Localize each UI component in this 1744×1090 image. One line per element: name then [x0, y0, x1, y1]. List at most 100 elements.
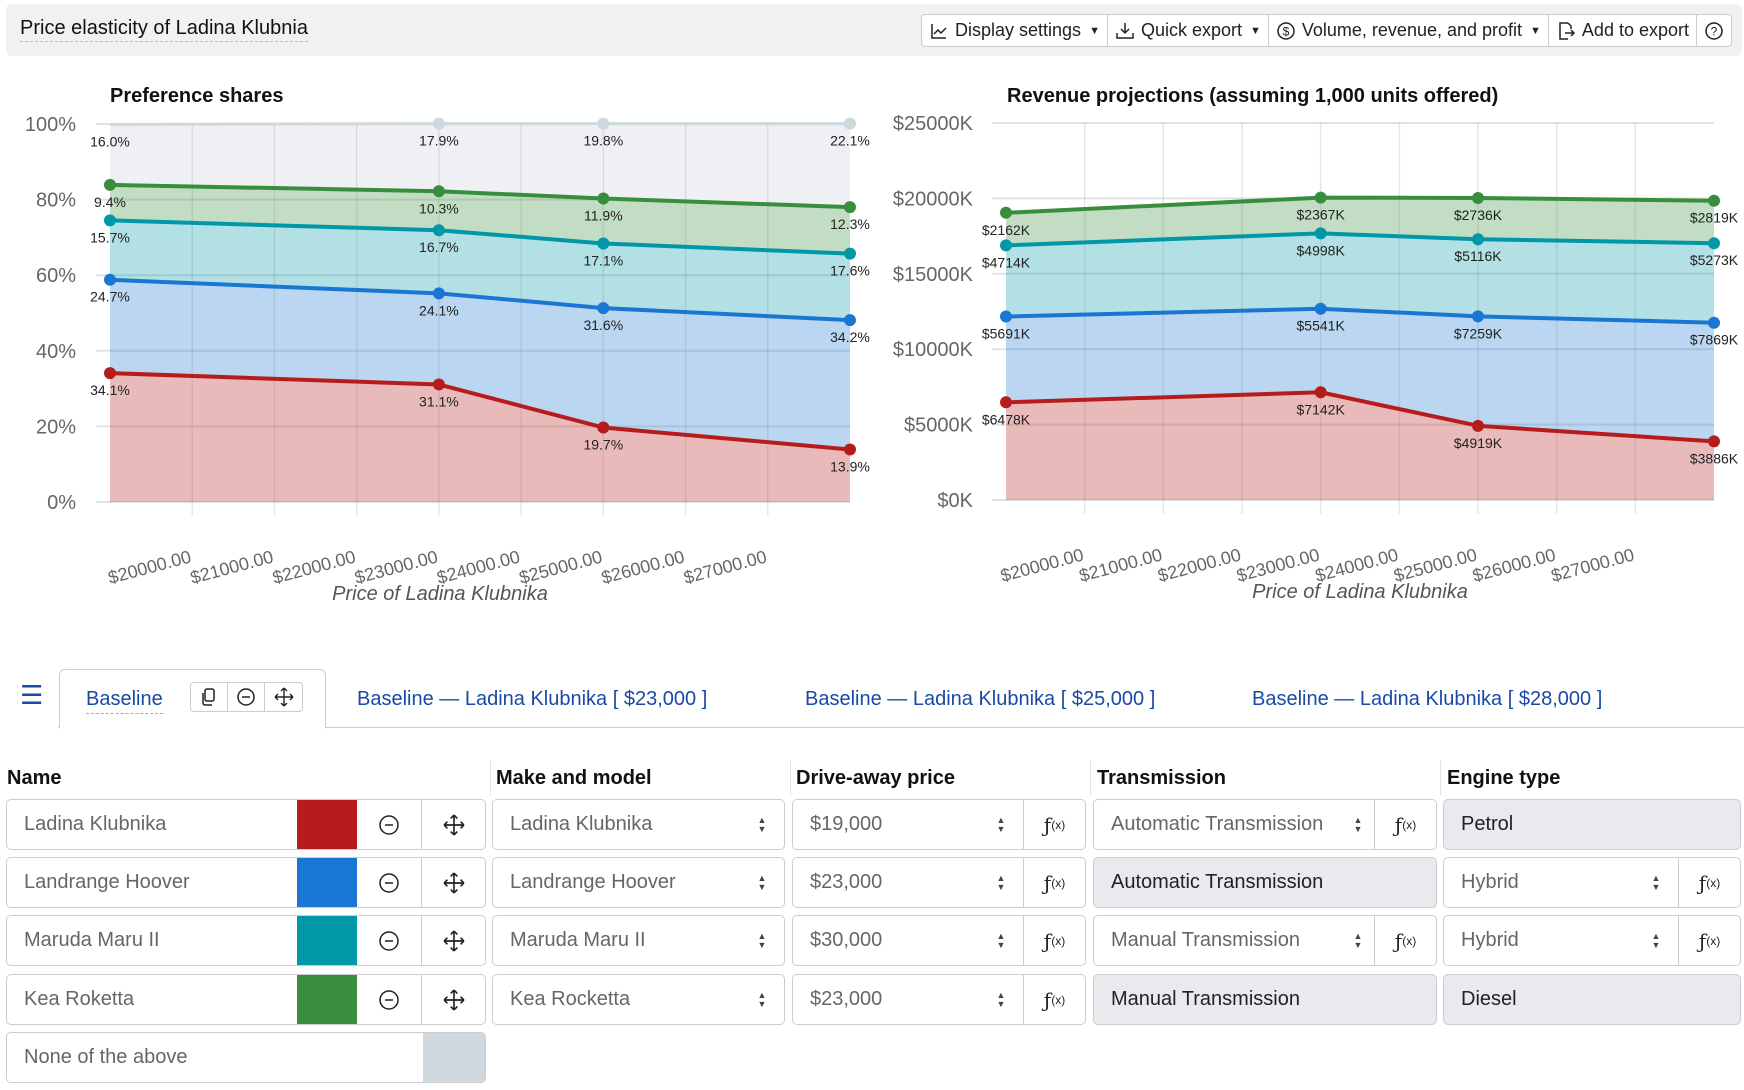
sort-arrows-icon[interactable]: ▲ ▼	[979, 800, 1023, 849]
color-swatch[interactable]	[297, 858, 357, 907]
remove-row-button[interactable]	[357, 975, 421, 1024]
price-value[interactable]: $30,000	[793, 916, 979, 965]
remove-row-button[interactable]	[357, 916, 421, 965]
duplicate-tab-button[interactable]	[191, 683, 228, 711]
make-model-select[interactable]: Maruda Maru II ▲ ▼	[492, 915, 785, 966]
price-select[interactable]: $23,000 ▲ ▼ ƒ (x)	[792, 857, 1086, 908]
name-field[interactable]: Maruda Maru II	[6, 915, 486, 966]
name-field[interactable]: Landrange Hoover	[6, 857, 486, 908]
color-swatch[interactable]	[297, 800, 357, 849]
display-settings-button[interactable]: Display settings ▼	[922, 15, 1108, 46]
data-point	[597, 421, 610, 434]
page-title[interactable]: Price elasticity of Ladina Klubnia	[20, 17, 308, 42]
name-field-value[interactable]: Kea Roketta	[7, 975, 297, 1024]
remove-row-button[interactable]	[357, 858, 421, 907]
move-row-handle[interactable]	[421, 800, 485, 849]
formula-button[interactable]: ƒ (x)	[1374, 916, 1436, 965]
data-point	[432, 185, 445, 198]
engine-type-value[interactable]: Hybrid	[1444, 858, 1634, 907]
y-tick-label: 20%	[36, 416, 76, 438]
move-row-handle[interactable]	[421, 858, 485, 907]
data-point	[104, 214, 116, 227]
none-of-the-above-label[interactable]: None of the above	[7, 1033, 423, 1082]
sort-arrows-icon[interactable]: ▲ ▼	[740, 975, 784, 1024]
move-row-handle[interactable]	[421, 975, 485, 1024]
column-divider	[1440, 760, 1441, 796]
engine-type-select[interactable]: Hybrid ▲ ▼ ƒ (x)	[1443, 857, 1741, 908]
x-tick-label: $20000.00	[106, 547, 193, 588]
make-model-value[interactable]: Maruda Maru II	[493, 916, 740, 965]
sort-arrows-icon[interactable]: ▲ ▼	[979, 975, 1023, 1024]
move-arrows-icon	[443, 930, 464, 951]
sort-arrows-icon[interactable]: ▲ ▼	[1342, 916, 1374, 965]
data-point	[1000, 396, 1012, 409]
x-tick-label: $20000.00	[998, 545, 1085, 586]
sort-arrows-icon[interactable]: ▲ ▼	[1634, 858, 1678, 907]
price-value[interactable]: $23,000	[793, 858, 979, 907]
engine-type-value[interactable]: Hybrid	[1444, 916, 1634, 965]
price-select[interactable]: $30,000 ▲ ▼ ƒ (x)	[792, 915, 1086, 966]
price-value[interactable]: $23,000	[793, 975, 979, 1024]
sort-arrows-icon[interactable]: ▲ ▼	[740, 858, 784, 907]
move-tab-handle[interactable]	[265, 683, 302, 711]
formula-button[interactable]: ƒ (x)	[1023, 800, 1085, 849]
formula-button[interactable]: ƒ (x)	[1023, 975, 1085, 1024]
price-value[interactable]: $19,000	[793, 800, 979, 849]
transmission-value[interactable]: Automatic Transmission	[1094, 800, 1342, 849]
move-arrows-icon	[443, 989, 464, 1010]
none-of-the-above-field[interactable]: None of the above	[6, 1032, 486, 1083]
make-model-value[interactable]: Kea Rocketta	[493, 975, 740, 1024]
transmission-select[interactable]: Automatic Transmission ▲ ▼ ƒ (x)	[1093, 799, 1437, 850]
formula-button[interactable]: ƒ (x)	[1023, 916, 1085, 965]
data-point	[1708, 316, 1720, 329]
sort-arrows-icon[interactable]: ▲ ▼	[979, 858, 1023, 907]
color-swatch[interactable]	[297, 975, 357, 1024]
data-point	[104, 178, 116, 191]
name-field[interactable]: Ladina Klubnika	[6, 799, 486, 850]
data-label: 10.3%	[419, 200, 459, 216]
sort-arrows-icon[interactable]: ▲ ▼	[979, 916, 1023, 965]
remove-tab-button[interactable]	[228, 683, 265, 711]
add-to-export-button[interactable]: Add to export	[1549, 15, 1697, 46]
quick-export-button[interactable]: Quick export ▼	[1108, 15, 1269, 46]
engine-type-select[interactable]: Hybrid ▲ ▼ ƒ (x)	[1443, 915, 1741, 966]
tab-ladina-25000[interactable]: Baseline — Ladina Klubnika [ $25,000 ]	[805, 688, 1155, 710]
revenue-projections-chart: Revenue projections (assuming 1,000 unit…	[893, 85, 1739, 603]
sort-arrows-icon[interactable]: ▲ ▼	[740, 916, 784, 965]
make-model-value[interactable]: Ladina Klubnika	[493, 800, 740, 849]
name-field-value[interactable]: Landrange Hoover	[7, 858, 297, 907]
name-field-value[interactable]: Maruda Maru II	[7, 916, 297, 965]
tab-ladina-23000[interactable]: Baseline — Ladina Klubnika [ $23,000 ]	[357, 688, 707, 710]
minus-circle-icon	[237, 688, 255, 706]
help-button[interactable]: ?	[1697, 15, 1731, 46]
add-to-export-label: Add to export	[1581, 20, 1689, 40]
color-swatch[interactable]	[423, 1033, 485, 1082]
make-model-select[interactable]: Ladina Klubnika ▲ ▼	[492, 799, 785, 850]
data-point	[432, 117, 445, 130]
move-row-handle[interactable]	[421, 916, 485, 965]
sort-arrows-icon[interactable]: ▲ ▼	[1342, 800, 1374, 849]
sort-arrows-icon[interactable]: ▲ ▼	[1634, 916, 1678, 965]
volume-revenue-profit-button[interactable]: $ Volume, revenue, and profit ▼	[1269, 15, 1549, 46]
formula-button[interactable]: ƒ (x)	[1374, 800, 1436, 849]
transmission-value[interactable]: Manual Transmission	[1094, 916, 1342, 965]
make-model-select[interactable]: Kea Rocketta ▲ ▼	[492, 974, 785, 1025]
formula-button[interactable]: ƒ (x)	[1678, 916, 1740, 965]
transmission-select[interactable]: Manual Transmission ▲ ▼ ƒ (x)	[1093, 915, 1437, 966]
tab-baseline-label[interactable]: Baseline	[86, 688, 163, 714]
remove-row-button[interactable]	[357, 800, 421, 849]
color-swatch[interactable]	[297, 916, 357, 965]
hamburger-menu-icon[interactable]: ☰	[20, 682, 43, 708]
sort-arrows-icon[interactable]: ▲ ▼	[740, 800, 784, 849]
move-arrows-icon	[443, 814, 464, 835]
formula-button[interactable]: ƒ (x)	[1678, 858, 1740, 907]
name-field-value[interactable]: Ladina Klubnika	[7, 800, 297, 849]
tab-ladina-28000[interactable]: Baseline — Ladina Klubnika [ $28,000 ]	[1252, 688, 1602, 710]
price-select[interactable]: $19,000 ▲ ▼ ƒ (x)	[792, 799, 1086, 850]
download-tray-icon	[1116, 22, 1134, 39]
name-field[interactable]: Kea Roketta	[6, 974, 486, 1025]
formula-button[interactable]: ƒ (x)	[1023, 858, 1085, 907]
make-model-select[interactable]: Landrange Hoover ▲ ▼	[492, 857, 785, 908]
price-select[interactable]: $23,000 ▲ ▼ ƒ (x)	[792, 974, 1086, 1025]
make-model-value[interactable]: Landrange Hoover	[493, 858, 740, 907]
